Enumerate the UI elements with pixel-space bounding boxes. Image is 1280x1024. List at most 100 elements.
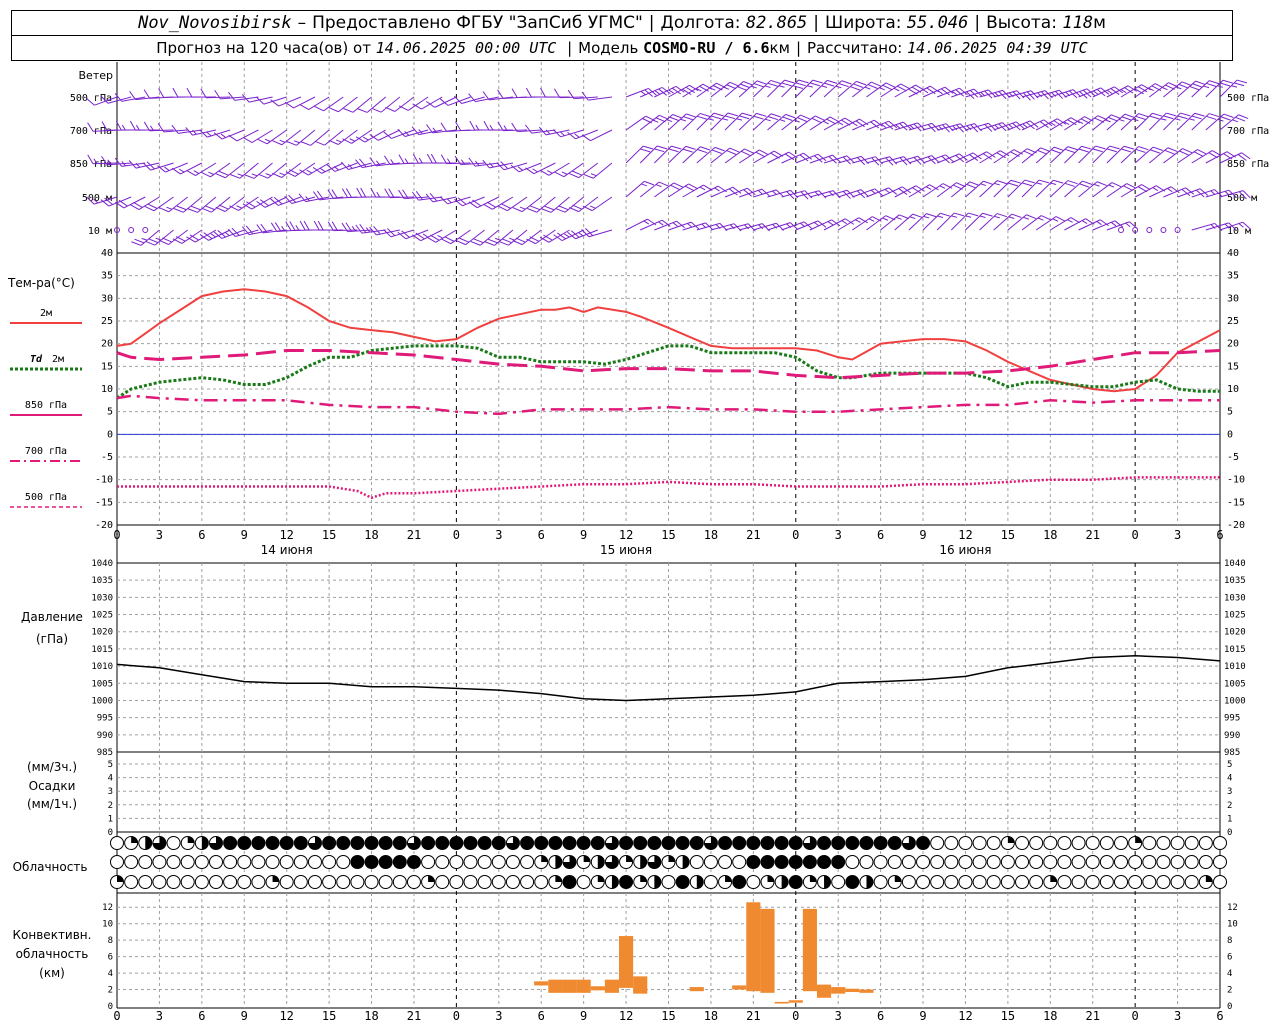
- wind-barb-0-24-staff: [434, 96, 457, 108]
- cloud-cover-1-2: [138, 855, 153, 869]
- cloud-cover-0-23: [435, 836, 450, 850]
- wind-barb-3-37: [639, 181, 669, 198]
- cloud-cover-0-58: [930, 836, 945, 850]
- wind-barb-1-36: [625, 115, 656, 131]
- cloud-cover-2-27: [491, 875, 506, 889]
- time-tick-bottom-12: 12: [619, 1009, 633, 1023]
- calm-circle-71: [1118, 227, 1125, 233]
- cloud-cover-1-42: [703, 855, 718, 869]
- cloud-fill-1-36: [626, 855, 633, 862]
- time-tick-temp-6: 18: [364, 528, 378, 542]
- cloud-cover-1-54: [873, 855, 888, 869]
- cloud-cover-2-59: [944, 875, 959, 889]
- cloud-cover-1-53: [859, 855, 874, 869]
- cloud-fill-2-55: [894, 875, 902, 882]
- wind-barb-2-75: [1177, 149, 1207, 164]
- wind-barb-1-22: [397, 128, 429, 137]
- time-tick-bottom-5: 15: [322, 1009, 336, 1023]
- wind-barb-2-61: [979, 150, 1010, 164]
- time-tick-bottom-14: 18: [704, 1009, 718, 1023]
- wind-barb-1-67: [1064, 116, 1094, 131]
- wind-barb-4-60-feather: [982, 212, 993, 217]
- wind-barb-3-53: [866, 187, 898, 198]
- pres-tick-right-1040: 1040: [1224, 559, 1246, 569]
- conv-bar-9: [732, 985, 747, 990]
- wind-barb-4-20: [369, 225, 400, 236]
- cloud-cover-2-2: [138, 875, 153, 889]
- wind-barb-4-66: [1050, 217, 1081, 231]
- cloud-cover-1-16: [336, 855, 351, 869]
- wind-barb-4-19: [355, 224, 386, 234]
- wind-barb-1-51-feather: [859, 118, 869, 126]
- wind-barb-4-53-feather: [885, 215, 896, 221]
- conv-tick-right-10: 10: [1227, 920, 1238, 930]
- cloud-fill-0-6: [201, 836, 209, 850]
- cloud-cover-0-61: [972, 836, 987, 850]
- cloud-cover-0-47: [774, 836, 789, 850]
- cloud-cover-0-38: [647, 836, 662, 850]
- cloud-cover-0-11: [265, 836, 280, 850]
- cloud-cover-0-16: [336, 836, 351, 850]
- cloud-cover-0-32: [562, 836, 577, 850]
- wind-barb-3-9: [215, 196, 245, 212]
- wind-barb-1-20-staff: [377, 129, 401, 141]
- cloud-cover-2-58: [930, 875, 945, 889]
- wind-barb-0-10: [228, 91, 259, 101]
- cloud-cover-0-57: [916, 836, 931, 850]
- wind-barb-3-40: [682, 184, 713, 198]
- wind-barb-3-3: [129, 196, 160, 210]
- wind-barb-3-54-feather: [902, 186, 911, 194]
- cloud-fill-2-0: [117, 875, 124, 882]
- wind-barb-1-17: [328, 129, 358, 145]
- cloud-cover-2-40: [675, 875, 690, 889]
- time-tick-temp-13: 15: [661, 528, 675, 542]
- wind-barb-1-27-feather: [469, 120, 476, 131]
- cloud-cover-1-67: [1057, 855, 1072, 869]
- cloud-cover-1-43: [718, 855, 733, 869]
- calm-circle-73: [1146, 227, 1153, 233]
- wind-barb-4-20-feather: [373, 225, 381, 235]
- cloud-cover-0-52: [845, 836, 860, 850]
- time-tick-bottom-25: 3: [1174, 1009, 1181, 1023]
- wind-barb-2-64: [1021, 147, 1051, 164]
- cloud-cover-0-44: [732, 836, 747, 850]
- cloud-cover-1-20: [392, 855, 407, 869]
- wind-barb-0-38: [654, 85, 685, 98]
- wind-barb-0-35-feather: [581, 91, 589, 101]
- temp-tick-right-30: 30: [1227, 293, 1239, 304]
- precip-unit3: (мм/3ч.): [27, 760, 77, 774]
- cloud-cover-2-56: [901, 875, 916, 889]
- time-tick-temp-26: 6: [1216, 528, 1223, 542]
- cloud-cover-1-25: [463, 855, 478, 869]
- time-tick-temp-1: 3: [156, 528, 163, 542]
- wind-barb-0-68: [1078, 87, 1110, 98]
- time-tick-bottom-1: 3: [156, 1009, 163, 1023]
- cloud-cover-1-17: [350, 855, 365, 869]
- cloud-fill-0-72: [1135, 836, 1142, 843]
- conv-tick-left-10: 10: [102, 920, 113, 930]
- wind-barb-0-14: [284, 96, 316, 109]
- wind-barb-4-54-feather: [899, 214, 909, 220]
- prec-tick-right-0: 0: [1227, 828, 1232, 838]
- wind-barb-2-28-half: [489, 162, 494, 168]
- wind-barb-4-36: [625, 218, 657, 231]
- wind-barb-0-51: [837, 80, 867, 98]
- wind-barb-1-6: [171, 124, 202, 134]
- temp-tick-right-35: 35: [1227, 271, 1239, 282]
- cloud-cover-0-36: [619, 836, 634, 850]
- cloud-cover-1-59: [944, 855, 959, 869]
- cloud-fill-0-1: [131, 836, 138, 843]
- conv-bar-14: [802, 908, 817, 992]
- wind-barb-3-57: [922, 183, 953, 198]
- cloud-cover-0-53: [859, 836, 874, 850]
- wind-barb-2-7: [186, 162, 217, 176]
- wind-barb-3-56: [908, 184, 939, 198]
- conv-bar-2: [562, 979, 577, 993]
- cloud-cover-2-25: [463, 875, 478, 889]
- conv-tick-left-2: 2: [108, 986, 113, 996]
- wind-barb-2-14: [285, 162, 316, 177]
- wind-barb-0-43: [724, 81, 754, 98]
- cloud-fill-2-53: [866, 875, 873, 889]
- cloud-cover-0-41: [689, 836, 704, 850]
- cloud-cover-0-60: [958, 836, 973, 850]
